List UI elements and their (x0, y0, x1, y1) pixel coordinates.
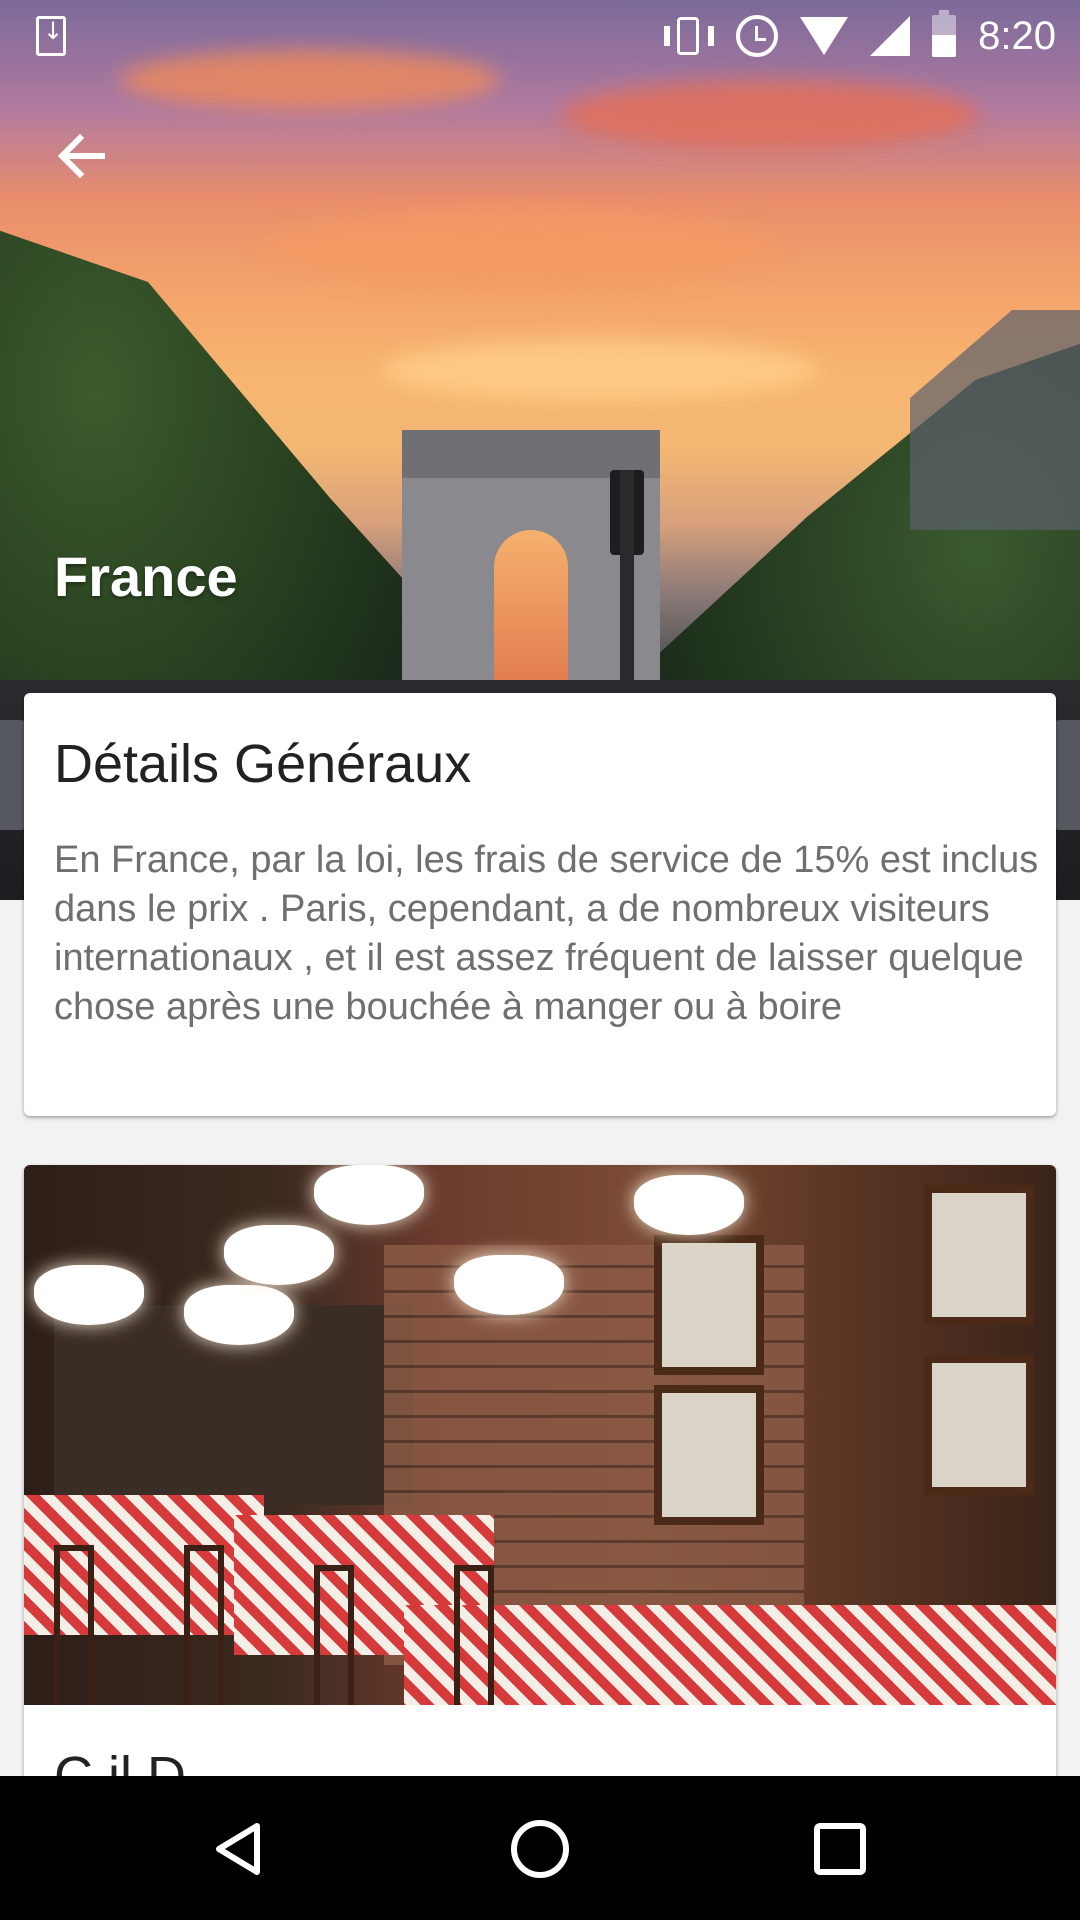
nav-home-icon (511, 1820, 569, 1878)
nav-recents-button[interactable] (805, 1814, 875, 1884)
restaurant-photo (24, 1165, 1056, 1705)
nav-home-button[interactable] (505, 1814, 575, 1884)
card-title: Détails Généraux (54, 734, 472, 794)
battery-icon (932, 10, 957, 57)
wifi-icon (800, 17, 849, 55)
arrow-back-icon (57, 133, 105, 179)
building (910, 310, 1080, 530)
back-button[interactable] (50, 124, 114, 188)
alarm-icon (736, 15, 779, 57)
general-details-card: Détails Généraux En France, par la loi, … (24, 693, 1056, 1116)
restaurant-card[interactable]: C il D (24, 1165, 1056, 1785)
page-title: France (54, 545, 238, 608)
nav-back-button[interactable] (205, 1814, 275, 1884)
status-bar: 8:20 (0, 0, 1080, 72)
signal-icon (870, 16, 911, 56)
nav-recents-icon (814, 1823, 866, 1875)
vibrate-icon (664, 17, 715, 55)
download-icon (36, 16, 66, 56)
nav-back-icon (216, 1823, 260, 1875)
navigation-bar (0, 1776, 1080, 1920)
card-body: En France, par la loi, les frais de serv… (54, 839, 1039, 1028)
status-time: 8:20 (978, 13, 1056, 58)
signal-pole (620, 470, 634, 700)
